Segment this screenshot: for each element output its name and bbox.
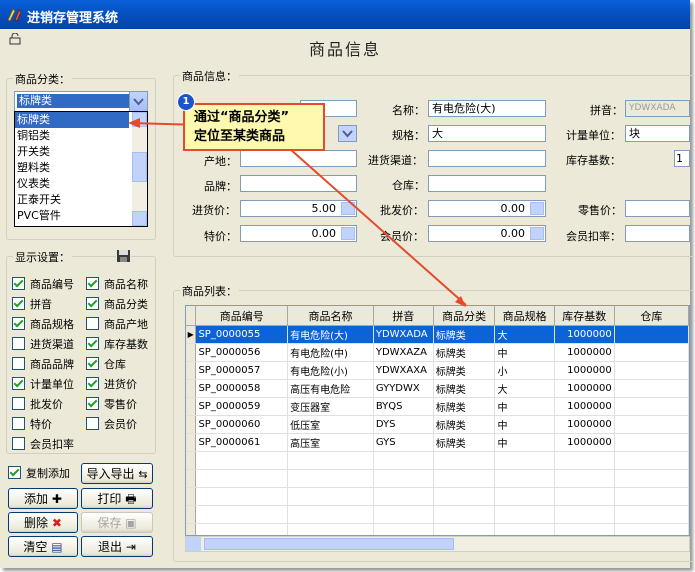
callout-line-2: 定位至某类商品 [194,129,286,144]
callout-arrows [128,118,467,307]
step-badge: 1 [177,93,195,111]
callout-line-1: 通过“商品分类” [194,110,290,125]
main-window: 进销存管理系统 商品信息 商品分类： 标牌类 标牌类 铜铝类 开关类 塑料类 仪… [0,0,694,568]
callout-box: 通过“商品分类” 定位至某类商品 [183,103,325,151]
